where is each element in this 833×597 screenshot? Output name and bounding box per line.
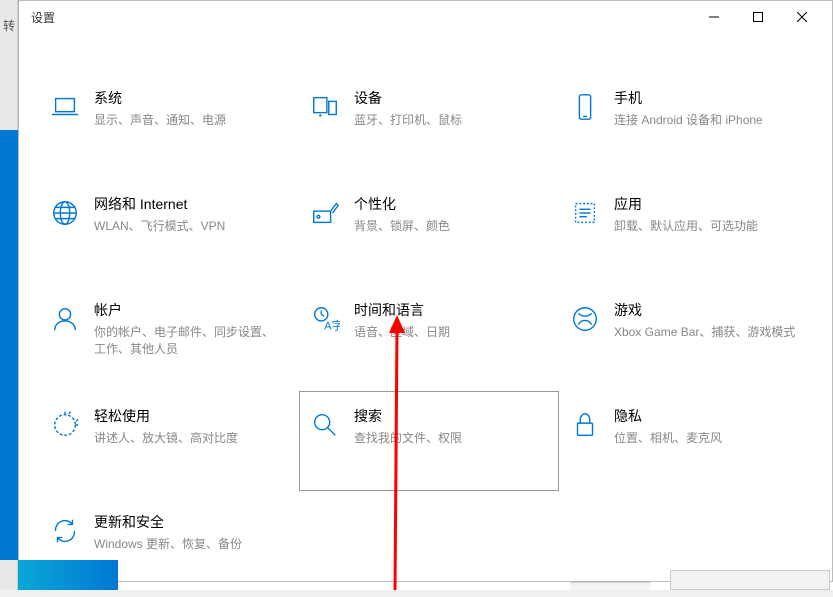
tile-personalization[interactable]: 个性化 背景、锁屏、颜色 — [299, 179, 559, 279]
settings-grid: 系统 显示、声音、通知、电源 设备 蓝牙、打印机、鼠标 手机 连接 Androi… — [19, 33, 832, 597]
settings-window: 设置 系统 显示、声音、通知、电源 设备 — [18, 0, 833, 582]
window-title: 设置 — [27, 9, 55, 26]
tile-desc: 显示、声音、通知、电源 — [94, 112, 226, 129]
tile-desc: 语音、区域、日期 — [354, 324, 450, 341]
taskbar-fragment — [18, 560, 118, 590]
tile-apps[interactable]: 应用 卸载、默认应用、可选功能 — [559, 179, 819, 279]
tile-title: 时间和语言 — [354, 300, 450, 320]
tile-desc: 讲述人、放大镜、高对比度 — [94, 430, 238, 447]
tile-title: 更新和安全 — [94, 512, 242, 532]
tile-title: 隐私 — [614, 406, 722, 426]
tile-desc: 背景、锁屏、颜色 — [354, 218, 450, 235]
tile-time-language[interactable]: A字 时间和语言 语音、区域、日期 — [299, 285, 559, 385]
phone-icon — [566, 88, 604, 126]
titlebar: 设置 — [19, 1, 832, 33]
background-char: 转 — [3, 17, 15, 34]
tile-desc: 查找我的文件、权限 — [354, 430, 462, 447]
tile-title: 游戏 — [614, 300, 795, 320]
tile-desc: 连接 Android 设备和 iPhone — [614, 112, 763, 129]
update-icon — [46, 512, 84, 550]
svg-text:A字: A字 — [324, 318, 340, 332]
tile-desc: 位置、相机、麦克风 — [614, 430, 722, 447]
maximize-button[interactable] — [736, 1, 780, 33]
search-icon — [306, 406, 344, 444]
tile-title: 轻松使用 — [94, 406, 238, 426]
tile-title: 帐户 — [94, 300, 284, 320]
tile-desc: 卸载、默认应用、可选功能 — [614, 218, 758, 235]
tile-desc: WLAN、飞行模式、VPN — [94, 218, 225, 235]
background-fragment-2 — [570, 582, 650, 590]
tile-title: 设备 — [354, 88, 462, 108]
tile-title: 搜索 — [354, 406, 462, 426]
tile-search[interactable]: 搜索 查找我的文件、权限 — [299, 391, 559, 491]
tile-accounts[interactable]: 帐户 你的帐户、电子邮件、同步设置、工作、其他人员 — [39, 285, 299, 385]
time-language-icon: A字 — [306, 300, 344, 338]
tile-title: 手机 — [614, 88, 763, 108]
globe-icon — [46, 194, 84, 232]
tile-gaming[interactable]: 游戏 Xbox Game Bar、捕获、游戏模式 — [559, 285, 819, 385]
laptop-icon — [46, 88, 84, 126]
background-fragment-3 — [670, 570, 830, 590]
close-button[interactable] — [780, 1, 824, 33]
tile-ease-of-access[interactable]: 轻松使用 讲述人、放大镜、高对比度 — [39, 391, 299, 491]
tile-title: 个性化 — [354, 194, 450, 214]
tile-title: 网络和 Internet — [94, 194, 225, 214]
tile-devices[interactable]: 设备 蓝牙、打印机、鼠标 — [299, 73, 559, 173]
devices-icon — [306, 88, 344, 126]
ease-of-access-icon — [46, 406, 84, 444]
minimize-button[interactable] — [692, 1, 736, 33]
tile-desc: Xbox Game Bar、捕获、游戏模式 — [614, 324, 795, 341]
tile-system[interactable]: 系统 显示、声音、通知、电源 — [39, 73, 299, 173]
tile-network[interactable]: 网络和 Internet WLAN、飞行模式、VPN — [39, 179, 299, 279]
xbox-icon — [566, 300, 604, 338]
background-blue-bar — [0, 130, 18, 560]
lock-icon — [566, 406, 604, 444]
tile-desc: Windows 更新、恢复、备份 — [94, 536, 242, 553]
tile-desc: 你的帐户、电子邮件、同步设置、工作、其他人员 — [94, 324, 284, 358]
paintbrush-icon — [306, 194, 344, 232]
tile-phone[interactable]: 手机 连接 Android 设备和 iPhone — [559, 73, 819, 173]
tile-title: 系统 — [94, 88, 226, 108]
person-icon — [46, 300, 84, 338]
tile-privacy[interactable]: 隐私 位置、相机、麦克风 — [559, 391, 819, 491]
tile-desc: 蓝牙、打印机、鼠标 — [354, 112, 462, 129]
tile-title: 应用 — [614, 194, 758, 214]
apps-icon — [566, 194, 604, 232]
